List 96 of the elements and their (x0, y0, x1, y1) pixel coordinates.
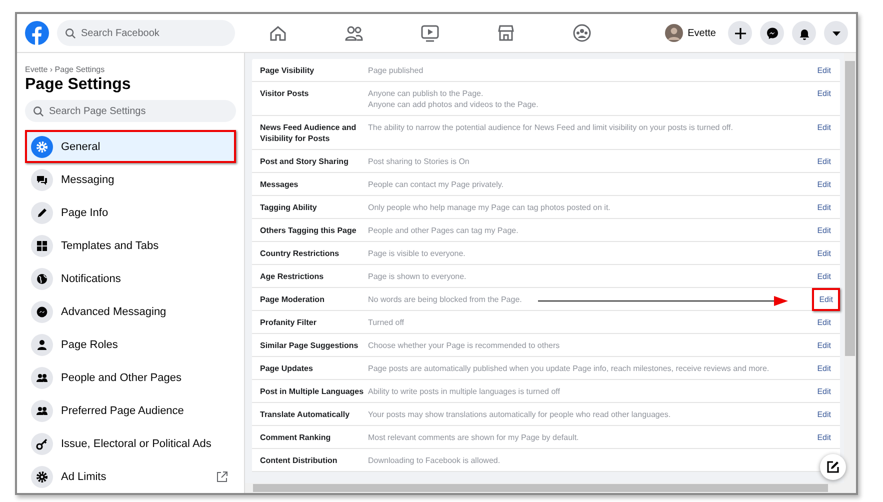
grid-icon (36, 240, 48, 252)
edit-link[interactable]: Edit (815, 432, 833, 443)
sidebar-item[interactable]: Messaging (25, 163, 236, 196)
sidebar-item[interactable]: Advanced Messaging (25, 295, 236, 328)
setting-description: Downloading to Facebook is allowed. (368, 455, 502, 466)
avatar-icon[interactable] (664, 24, 683, 42)
setting-label: Post in Multiple Languages (260, 386, 365, 397)
sidebar-item[interactable]: Preferred Page Audience (25, 394, 236, 427)
setting-description: Your posts may show translations automatically for people who read other languages. (368, 409, 672, 420)
edit-link[interactable]: Edit (815, 88, 833, 110)
setting-label: Page Moderation (260, 294, 326, 305)
people-icon (36, 404, 48, 416)
setting-description: Post sharing to Stories is On (368, 156, 470, 167)
messenger-icon (36, 306, 48, 318)
edit-link[interactable]: Edit (815, 202, 833, 213)
setting-description: People can contact my Page privately. (368, 179, 504, 190)
edit-link[interactable]: Edit (815, 122, 833, 144)
setting-description: Turned off (368, 317, 406, 328)
setting-description: Page posts are automatically published when you update Page info, reach milestones, receive reviews and more. (368, 363, 770, 374)
messenger-icon (766, 26, 778, 40)
edit-link[interactable]: Edit (815, 179, 833, 190)
sidebar-item[interactable]: Issue, Electoral or Political Ads (25, 427, 236, 460)
video-icon[interactable] (420, 23, 440, 43)
edit-link[interactable]: Edit (815, 340, 833, 351)
setting-label: Post and Story Sharing (260, 156, 350, 167)
sidebar-item[interactable]: Page Roles (25, 328, 236, 361)
edit-link[interactable]: Edit (815, 271, 833, 282)
setting-label: Profanity Filter (260, 317, 318, 328)
person-icon (36, 338, 48, 350)
setting-description: Choose whether your Page is recommended to others (368, 340, 561, 351)
logo-icon[interactable] (25, 21, 49, 45)
compose-icon (826, 460, 840, 474)
sidebar-item[interactable]: General (25, 130, 236, 163)
setting-label: Content Distribution (260, 455, 338, 466)
edit-link[interactable]: Edit (815, 409, 833, 420)
search-icon (65, 28, 76, 38)
setting-description: Page is visible to everyone. (368, 248, 466, 259)
key-icon (36, 438, 48, 450)
messenger-button[interactable] (760, 21, 784, 45)
store-icon[interactable] (496, 23, 516, 43)
plus-button[interactable] (728, 21, 752, 45)
edit-link[interactable]: Edit (815, 225, 833, 236)
setting-label: Tagging Ability (260, 202, 318, 213)
home-icon[interactable] (268, 23, 288, 43)
search-field[interactable]: Search Facebook (57, 20, 235, 46)
edit-link[interactable]: Edit (815, 386, 833, 397)
sidebar-item[interactable]: Ad Limits (25, 460, 236, 493)
setting-description: Most relevant comments are shown for my Page by default. (368, 432, 580, 443)
setting-description: No words are being blocked from the Page. (368, 294, 523, 305)
setting-label: Country Restrictions (260, 248, 340, 259)
caret-button[interactable] (824, 21, 848, 45)
bell-button[interactable] (792, 21, 816, 45)
sidebar-item[interactable]: Templates and Tabs (25, 229, 236, 262)
setting-description: Only people who help manage my Page can tag photos posted on it. (368, 202, 612, 213)
setting-description: Ability to write posts in multiple languages is turned off (368, 386, 561, 397)
setting-label: Age Restrictions (260, 271, 325, 282)
setting-description: People and other Pages can tag my Page. (368, 225, 520, 236)
edit-link[interactable]: Edit (815, 248, 833, 259)
setting-label: Comment Ranking (260, 432, 332, 443)
plus-icon (734, 26, 746, 40)
page-title: Page Settings (25, 76, 132, 94)
setting-description: Page published (368, 65, 424, 76)
edit-link[interactable]: Edit (815, 363, 833, 374)
search-field[interactable]: Search Page Settings (25, 100, 236, 122)
sidebar-item[interactable]: Page Info (25, 196, 236, 229)
edit-link[interactable]: Edit (815, 156, 833, 167)
setting-label: Messages (260, 179, 300, 190)
sidebar-item[interactable]: People and Other Pages (25, 361, 236, 394)
bell-icon (798, 26, 810, 40)
pencil-icon (36, 206, 48, 218)
setting-description: Anyone can add photos and videos to the Page. (368, 99, 540, 110)
globe-icon (36, 272, 48, 284)
setting-label: Similar Page Suggestions (260, 340, 360, 351)
setting-label: Visitor Posts (260, 88, 310, 100)
sidebar-item[interactable]: Notifications (25, 262, 236, 295)
chat-icon (36, 174, 48, 186)
people-icon (36, 372, 48, 384)
edit-link[interactable]: Edit (815, 317, 833, 328)
setting-description: The ability to narrow the potential audience for News Feed and limit visibility on your posts is turned off. (368, 122, 734, 133)
gear-icon (36, 470, 48, 482)
scrollbar[interactable] (844, 53, 856, 483)
setting-label: Page Updates (260, 363, 314, 374)
setting-label: News Feed Audience and Visibility for Posts (260, 122, 358, 144)
breadcrumb[interactable]: Evette › Page Settings (25, 65, 236, 74)
edit-link[interactable]: Edit (812, 288, 840, 311)
setting-label: Others Tagging this Page (260, 225, 358, 236)
gear-icon (36, 140, 48, 152)
setting-description: Anyone can publish to the Page. (368, 88, 484, 99)
user-name[interactable]: Evette (688, 28, 716, 38)
setting-label: Page Visibility (260, 65, 316, 76)
setting-description: Page is shown to everyone. (368, 271, 468, 282)
edit-link[interactable]: Edit (815, 65, 833, 76)
group-icon[interactable] (572, 23, 592, 43)
search-icon (33, 106, 44, 116)
setting-label: Translate Automatically (260, 409, 351, 420)
scrollbar[interactable] (245, 483, 856, 493)
